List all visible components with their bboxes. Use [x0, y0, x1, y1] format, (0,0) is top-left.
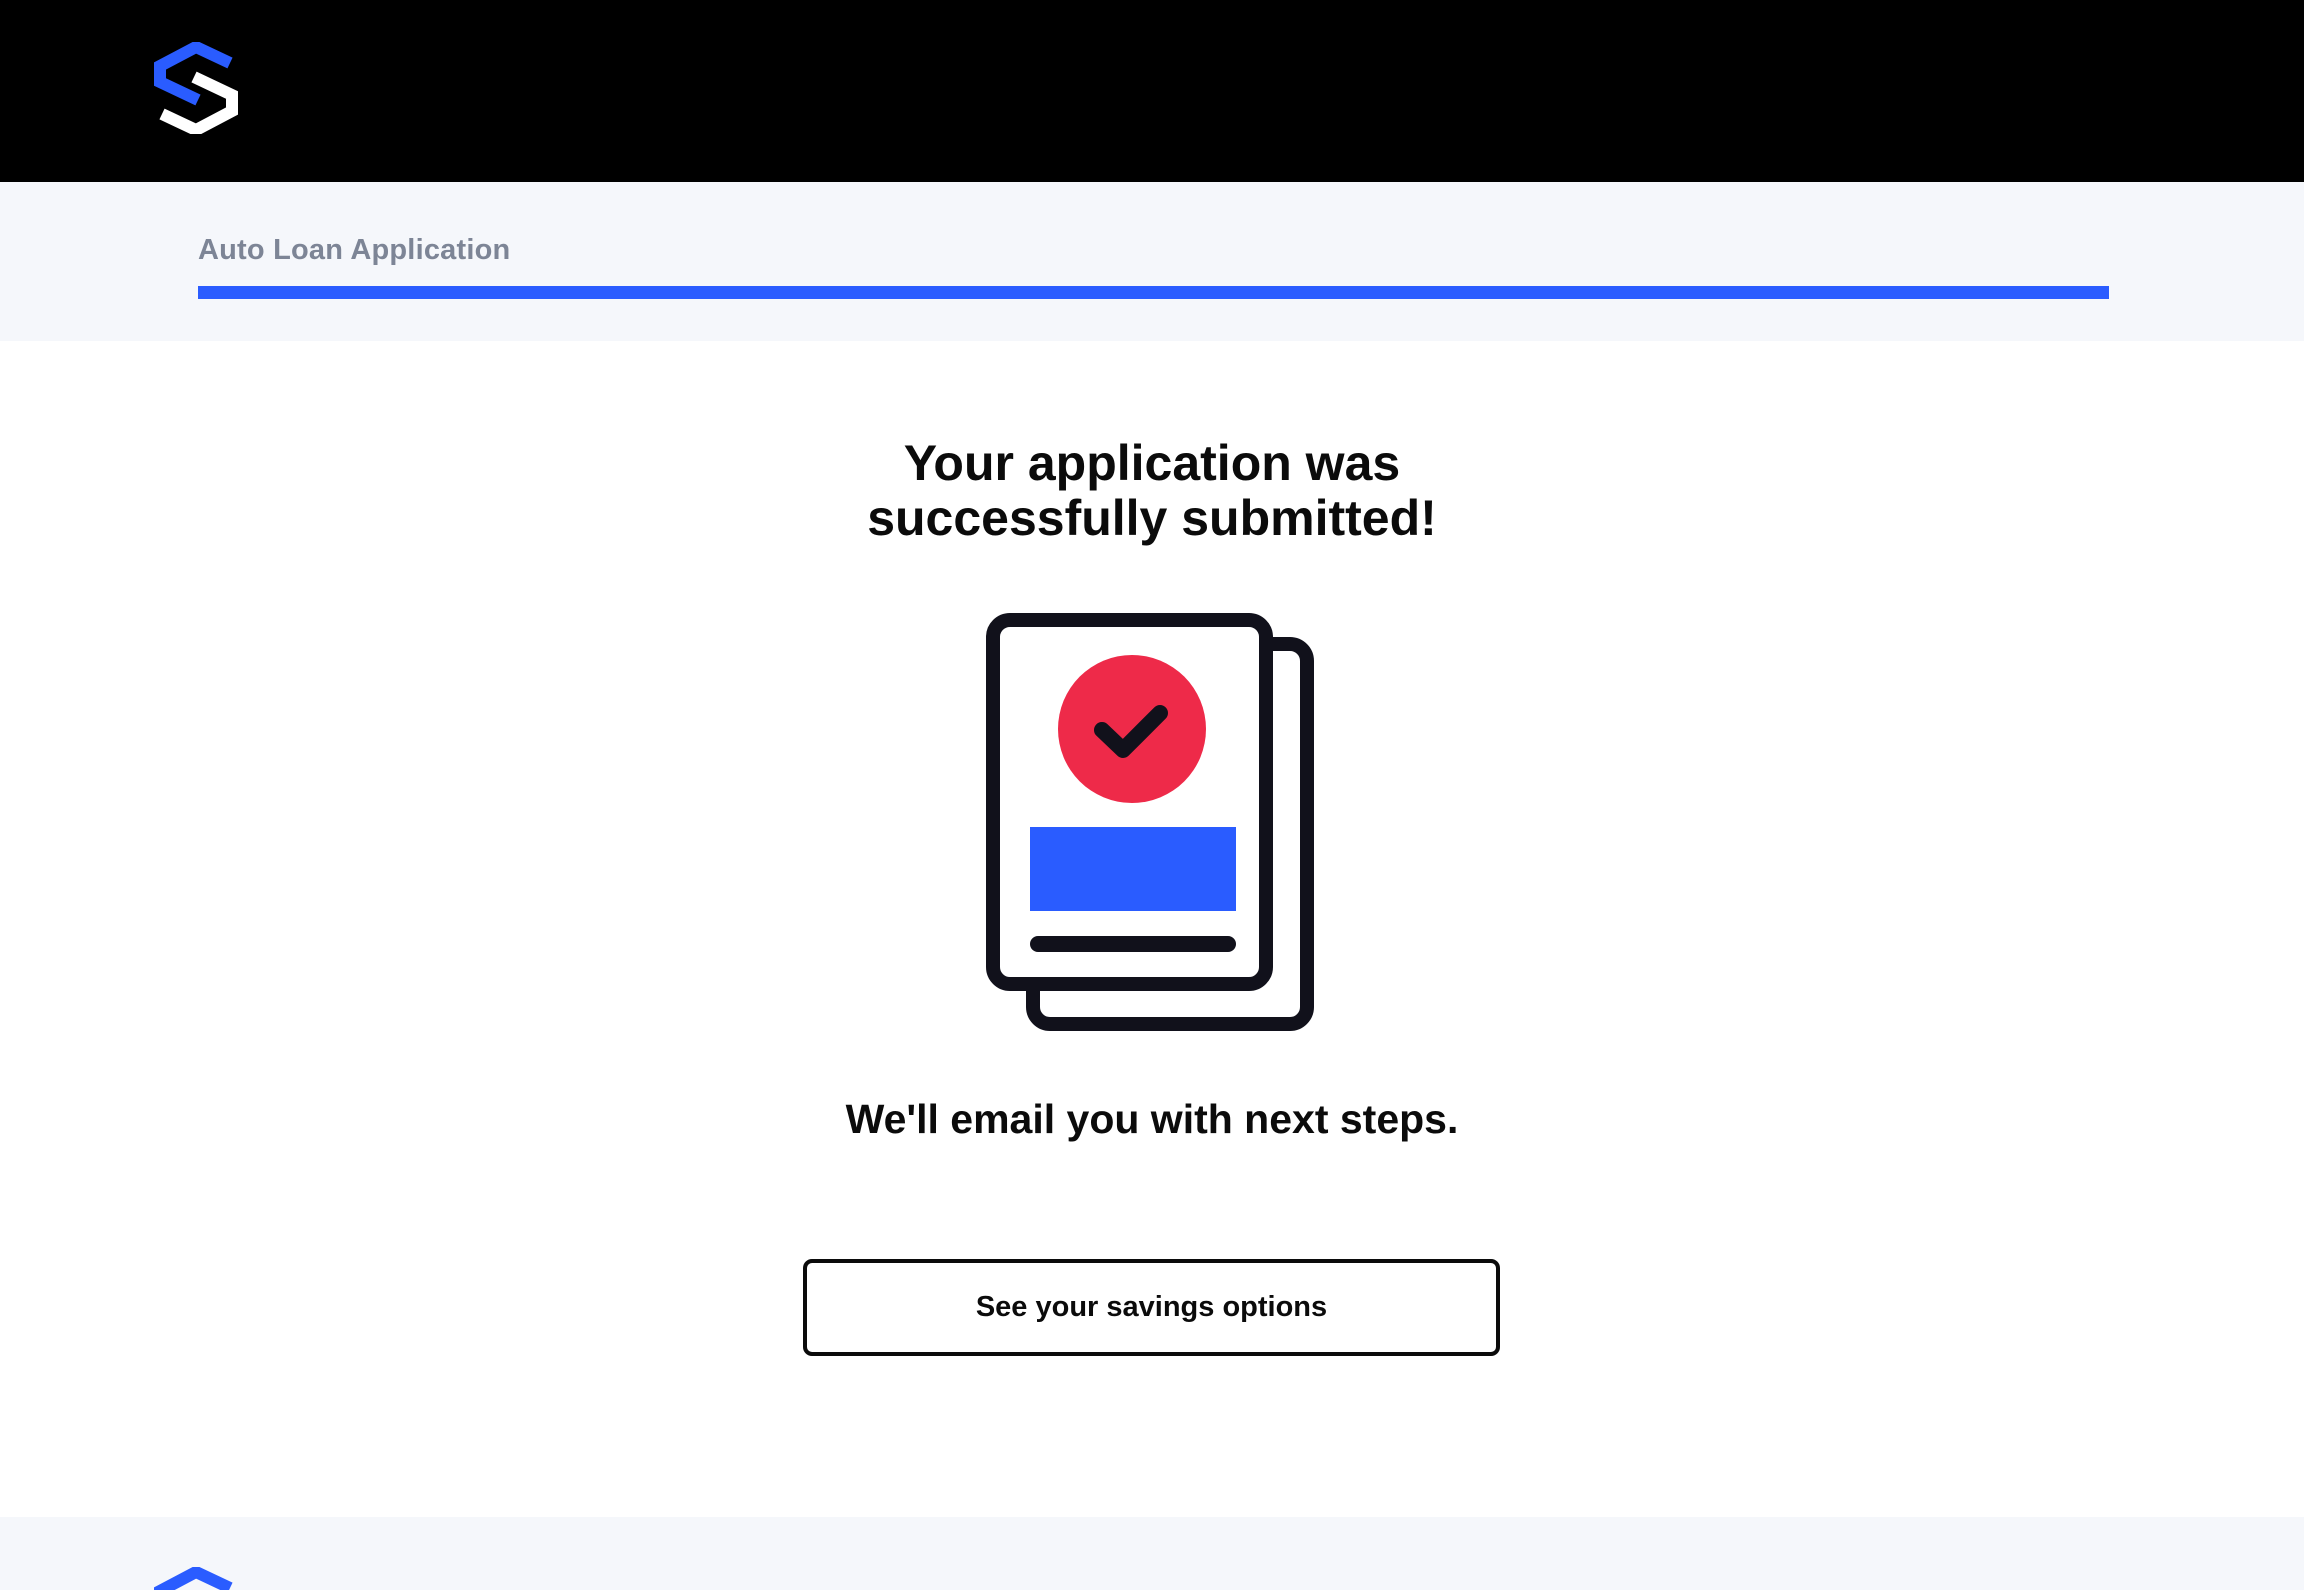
progress-bar-fill: [198, 286, 2109, 299]
footer-logo-icon[interactable]: [154, 1567, 238, 1590]
headline-line-2: successfully submitted!: [867, 490, 1437, 546]
progress-title: Auto Loan Application: [198, 234, 511, 266]
top-header-bar: [0, 0, 2304, 182]
progress-section: Auto Loan Application: [0, 182, 2304, 341]
next-steps-message: We'll email you with next steps.: [845, 1096, 1459, 1142]
progress-bar: [198, 286, 2109, 299]
headline-line-1: Your application was: [903, 435, 1401, 491]
brand-logo-icon[interactable]: [154, 42, 238, 134]
confirmation-main: Your application was successfully submit…: [0, 341, 2304, 1517]
confirmation-headline: Your application was successfully submit…: [0, 436, 2304, 546]
footer: [0, 1517, 2304, 1590]
documents-checkmark-icon: [986, 613, 1314, 1031]
see-savings-options-button[interactable]: See your savings options: [803, 1259, 1500, 1356]
